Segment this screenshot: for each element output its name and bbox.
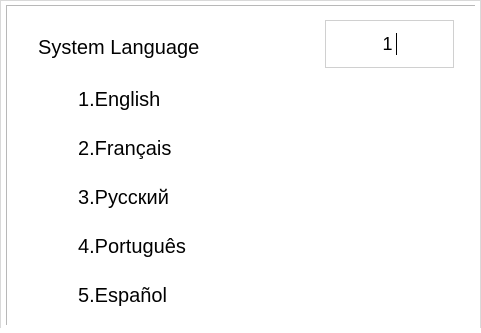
- language-input[interactable]: 1: [325, 20, 454, 68]
- language-option-portuguese: 4.Português: [78, 236, 186, 258]
- language-option-english: 1.English: [78, 89, 161, 111]
- language-option-spanish: 5.Español: [78, 285, 167, 307]
- language-option-french: 2.Français: [78, 138, 172, 160]
- frame-top-border: [0, 0, 481, 1]
- language-input-value: 1: [382, 33, 393, 54]
- frame-left-border: [0, 0, 1, 328]
- language-option-russian: 3.Русский: [78, 187, 169, 209]
- language-options-list: 1.English 2.Français 3.Русский 4.Portugu…: [78, 88, 186, 333]
- system-language-label: System Language: [38, 37, 200, 59]
- text-caret: [395, 33, 397, 55]
